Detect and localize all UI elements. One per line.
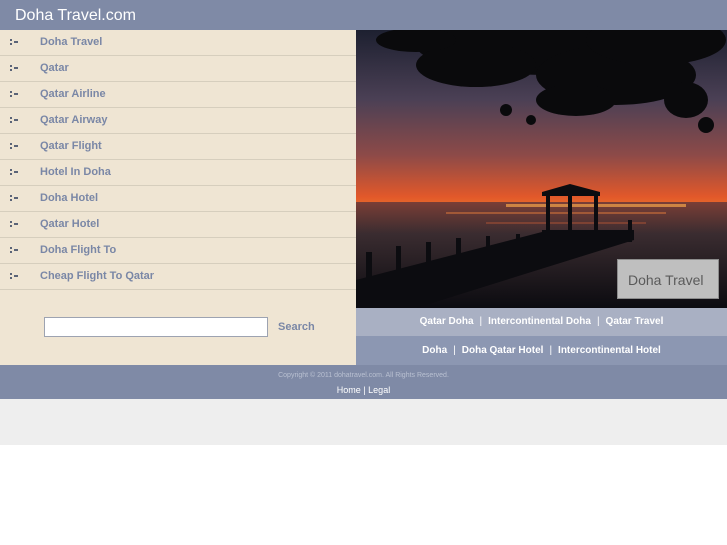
bullet-icon bbox=[10, 143, 18, 150]
link-separator: | bbox=[596, 316, 600, 327]
bullet-icon bbox=[10, 273, 18, 280]
nav-item-label[interactable]: Qatar Airway bbox=[40, 114, 107, 126]
nav-item-label[interactable]: Qatar Airline bbox=[40, 88, 106, 100]
bullet-icon bbox=[10, 247, 18, 254]
sidebar: Doha Travel Qatar Qatar Airline Qatar Ai… bbox=[0, 30, 356, 365]
link-doha-qatar-hotel[interactable]: Doha Qatar Hotel bbox=[462, 345, 544, 356]
footer: Copyright © 2011 dohatravel.com. All Rig… bbox=[0, 365, 727, 399]
footer-links: Home | Legal bbox=[0, 385, 727, 395]
search-input[interactable] bbox=[44, 317, 268, 337]
hero-badge: Doha Travel bbox=[617, 259, 719, 299]
search-button[interactable]: Search bbox=[278, 321, 315, 333]
site-header: Doha Travel.com bbox=[0, 0, 727, 30]
nav-item-label[interactable]: Doha Travel bbox=[40, 36, 102, 48]
hero-badge-text: Doha Travel bbox=[628, 272, 704, 288]
bullet-icon bbox=[10, 195, 18, 202]
link-doha[interactable]: Doha bbox=[422, 345, 447, 356]
footer-home-link[interactable]: Home bbox=[337, 385, 361, 395]
link-qatar-travel[interactable]: Qatar Travel bbox=[606, 316, 664, 327]
bullet-icon bbox=[10, 169, 18, 176]
footer-separator: | bbox=[363, 385, 366, 395]
copyright-text: Copyright © 2011 dohatravel.com. All Rig… bbox=[278, 372, 449, 379]
link-separator: | bbox=[479, 316, 483, 327]
nav-item-qatar[interactable]: Qatar bbox=[0, 56, 356, 82]
link-intercontinental-hotel[interactable]: Intercontinental Hotel bbox=[558, 345, 661, 356]
nav-item-label[interactable]: Doha Flight To bbox=[40, 244, 116, 256]
bullet-icon bbox=[10, 91, 18, 98]
nav-item-cheap-flight-to-qatar[interactable]: Cheap Flight To Qatar bbox=[0, 264, 356, 290]
nav-item-doha-travel[interactable]: Doha Travel bbox=[0, 30, 356, 56]
bottom-band bbox=[0, 399, 727, 445]
related-links-bar-2: Doha | Doha Qatar Hotel | Intercontinental H… bbox=[356, 336, 727, 365]
nav-item-label[interactable]: Qatar Flight bbox=[40, 140, 102, 152]
nav-item-label[interactable]: Hotel In Doha bbox=[40, 166, 111, 178]
link-qatar-doha[interactable]: Qatar Doha bbox=[420, 316, 474, 327]
site-title[interactable]: Doha Travel.com bbox=[15, 7, 136, 25]
nav-item-qatar-airway[interactable]: Qatar Airway bbox=[0, 108, 356, 134]
nav-list: Doha Travel Qatar Qatar Airline Qatar Ai… bbox=[0, 30, 356, 290]
bullet-icon bbox=[10, 39, 18, 46]
nav-item-hotel-in-doha[interactable]: Hotel In Doha bbox=[0, 160, 356, 186]
bullet-icon bbox=[10, 117, 18, 124]
nav-item-qatar-hotel[interactable]: Qatar Hotel bbox=[0, 212, 356, 238]
nav-item-label[interactable]: Qatar bbox=[40, 62, 69, 74]
nav-item-doha-hotel[interactable]: Doha Hotel bbox=[0, 186, 356, 212]
nav-item-label[interactable]: Cheap Flight To Qatar bbox=[40, 270, 154, 282]
link-intercontinental-doha[interactable]: Intercontinental Doha bbox=[488, 316, 591, 327]
bullet-icon bbox=[10, 221, 18, 228]
nav-item-doha-flight-to[interactable]: Doha Flight To bbox=[0, 238, 356, 264]
related-links-bar-1: Qatar Doha | Intercontinental Doha | Qatar T… bbox=[356, 308, 727, 336]
link-separator: | bbox=[453, 345, 456, 356]
nav-item-qatar-airline[interactable]: Qatar Airline bbox=[0, 82, 356, 108]
nav-item-label[interactable]: Doha Hotel bbox=[40, 192, 98, 204]
nav-item-label[interactable]: Qatar Hotel bbox=[40, 218, 99, 230]
footer-legal-link[interactable]: Legal bbox=[368, 385, 390, 395]
link-separator: | bbox=[549, 345, 553, 356]
nav-item-qatar-flight[interactable]: Qatar Flight bbox=[0, 134, 356, 160]
hero-image: Doha Travel bbox=[356, 30, 727, 308]
bullet-icon bbox=[10, 65, 18, 72]
